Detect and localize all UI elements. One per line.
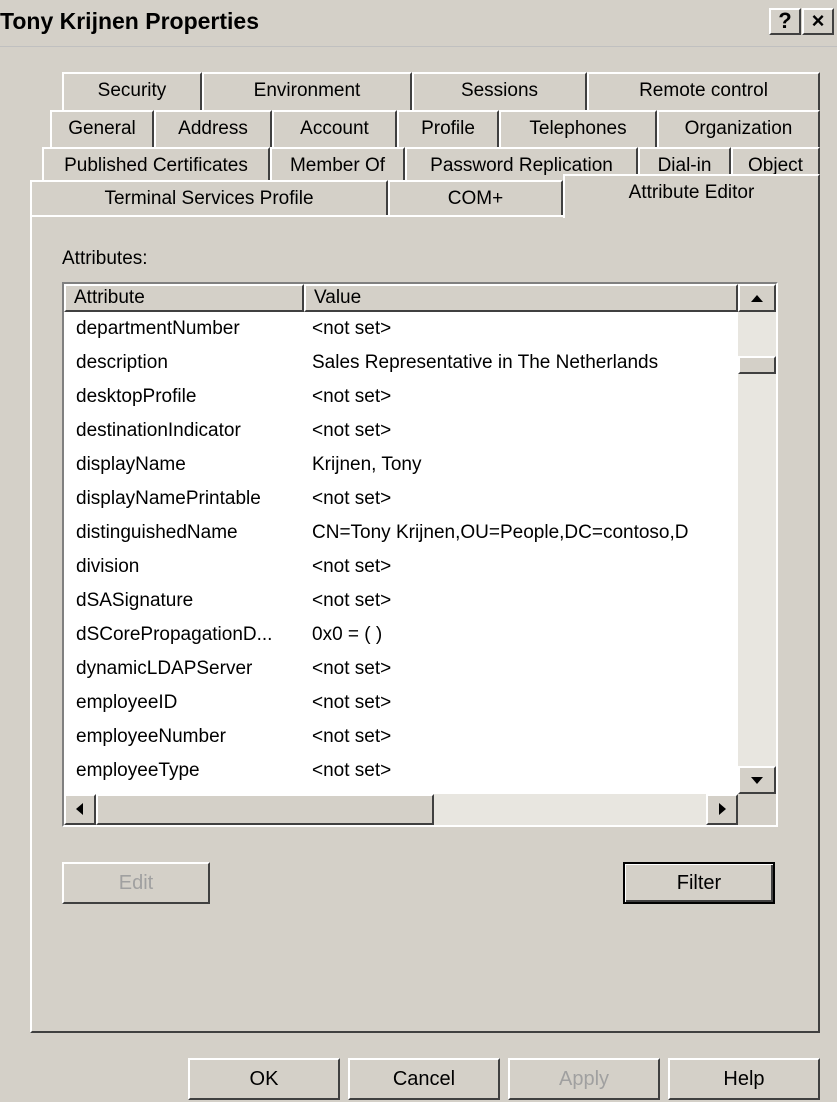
help-button[interactable]: Help — [668, 1058, 820, 1100]
attribute-value-cell: <not set> — [312, 556, 392, 577]
tab-security[interactable]: Security — [62, 72, 202, 110]
properties-dialog: Tony Krijnen Properties ? × Security Env… — [0, 0, 837, 1102]
scrollbar-corner — [738, 794, 776, 825]
attribute-value-cell: <not set> — [312, 692, 392, 713]
scroll-down-button[interactable] — [738, 766, 776, 794]
table-row[interactable]: displayName Krijnen, Tony — [64, 450, 738, 484]
vertical-scrollbar[interactable] — [738, 284, 776, 794]
attribute-name-cell: distinguishedName — [76, 522, 238, 543]
attribute-value-cell: CN=Tony Krijnen,OU=People,DC=contoso,D — [312, 522, 689, 543]
attribute-value-cell: <not set> — [312, 420, 392, 441]
attribute-value-cell: <not set> — [312, 760, 392, 781]
attribute-name-cell: departmentNumber — [76, 318, 240, 339]
scroll-right-button[interactable] — [706, 794, 738, 825]
attribute-list[interactable]: Attribute Value departmentNumber <not set… — [62, 282, 778, 827]
scroll-up-button[interactable] — [738, 284, 776, 312]
table-row[interactable]: destinationIndicator <not set> — [64, 416, 738, 450]
tab-general[interactable]: General — [50, 110, 154, 148]
attribute-value-cell: <not set> — [312, 726, 392, 747]
window-title: Tony Krijnen Properties — [0, 8, 260, 34]
table-row[interactable]: employeeNumber <not set> — [64, 722, 738, 756]
tab-profile[interactable]: Profile — [397, 110, 499, 148]
cancel-button[interactable]: Cancel — [348, 1058, 500, 1100]
apply-button[interactable]: Apply — [508, 1058, 660, 1100]
attribute-name-cell: division — [76, 556, 140, 577]
scroll-thumb-horizontal[interactable] — [96, 794, 434, 825]
attribute-name-cell: displayName — [76, 454, 186, 475]
scroll-thumb-vertical[interactable] — [738, 356, 776, 374]
tab-sessions[interactable]: Sessions — [412, 72, 587, 110]
ok-button[interactable]: OK — [188, 1058, 340, 1100]
attribute-value-cell: <not set> — [312, 488, 392, 509]
scroll-left-button[interactable] — [64, 794, 96, 825]
tab-terminal-services-profile[interactable]: Terminal Services Profile — [30, 180, 388, 218]
attribute-name-cell: displayNamePrintable — [76, 488, 261, 509]
table-row[interactable]: employeeType <not set> — [64, 756, 738, 790]
table-row[interactable]: dynamicLDAPServer <not set> — [64, 654, 738, 688]
attribute-value-cell: <not set> — [312, 386, 392, 407]
help-title-button[interactable]: ? — [769, 8, 801, 35]
table-row[interactable]: description Sales Representative in The N… — [64, 348, 738, 382]
scroll-right-arrow-icon — [719, 803, 726, 815]
attribute-value-cell: Sales Representative in The Netherlands — [312, 352, 659, 373]
table-row[interactable]: departmentNumber <not set> — [64, 314, 738, 348]
attribute-name-cell: dSCorePropagationD... — [76, 624, 273, 645]
scroll-down-arrow-icon — [751, 777, 763, 784]
tab-telephones[interactable]: Telephones — [499, 110, 657, 148]
close-title-button[interactable]: × — [802, 8, 834, 35]
attribute-value-cell: <not set> — [312, 590, 392, 611]
scroll-left-arrow-icon — [76, 803, 83, 815]
column-header-value[interactable]: Value — [304, 284, 738, 312]
attribute-name-cell: employeeType — [76, 760, 200, 781]
table-row[interactable]: displayNamePrintable <not set> — [64, 484, 738, 518]
attribute-name-cell: dynamicLDAPServer — [76, 658, 253, 679]
attribute-name-cell: destinationIndicator — [76, 420, 241, 441]
attribute-name-cell: employeeNumber — [76, 726, 226, 747]
edit-button[interactable]: Edit — [62, 862, 210, 904]
tab-environment[interactable]: Environment — [202, 72, 412, 110]
horizontal-scrollbar[interactable] — [64, 794, 738, 825]
table-row[interactable]: desktopProfile <not set> — [64, 382, 738, 416]
attribute-name-cell: employeeID — [76, 692, 178, 713]
tab-account[interactable]: Account — [272, 110, 397, 148]
attribute-value-cell: Krijnen, Tony — [312, 454, 422, 475]
table-row[interactable]: dSASignature <not set> — [64, 586, 738, 620]
attribute-value-cell: 0x0 = ( ) — [312, 624, 383, 645]
tab-remote-control[interactable]: Remote control — [587, 72, 820, 110]
table-row[interactable]: employeeID <not set> — [64, 688, 738, 722]
tab-com-plus[interactable]: COM+ — [388, 180, 563, 218]
filter-button[interactable]: Filter — [623, 862, 775, 904]
tab-organization[interactable]: Organization — [657, 110, 820, 148]
attribute-value-cell: <not set> — [312, 658, 392, 679]
attributes-label: Attributes: — [62, 248, 148, 269]
table-row[interactable]: dSCorePropagationD... 0x0 = ( ) — [64, 620, 738, 654]
tab-attribute-editor[interactable]: Attribute Editor — [563, 174, 820, 218]
table-row[interactable]: division <not set> — [64, 552, 738, 586]
attribute-value-cell: <not set> — [312, 318, 392, 339]
title-bar: Tony Krijnen Properties ? × — [0, 0, 837, 47]
scroll-up-arrow-icon — [751, 295, 763, 302]
attribute-name-cell: desktopProfile — [76, 386, 197, 407]
table-row[interactable]: distinguishedName CN=Tony Krijnen,OU=Peop… — [64, 518, 738, 552]
tab-address[interactable]: Address — [154, 110, 272, 148]
attribute-name-cell: description — [76, 352, 168, 373]
attribute-name-cell: dSASignature — [76, 590, 194, 611]
column-header-attribute[interactable]: Attribute — [64, 284, 304, 312]
